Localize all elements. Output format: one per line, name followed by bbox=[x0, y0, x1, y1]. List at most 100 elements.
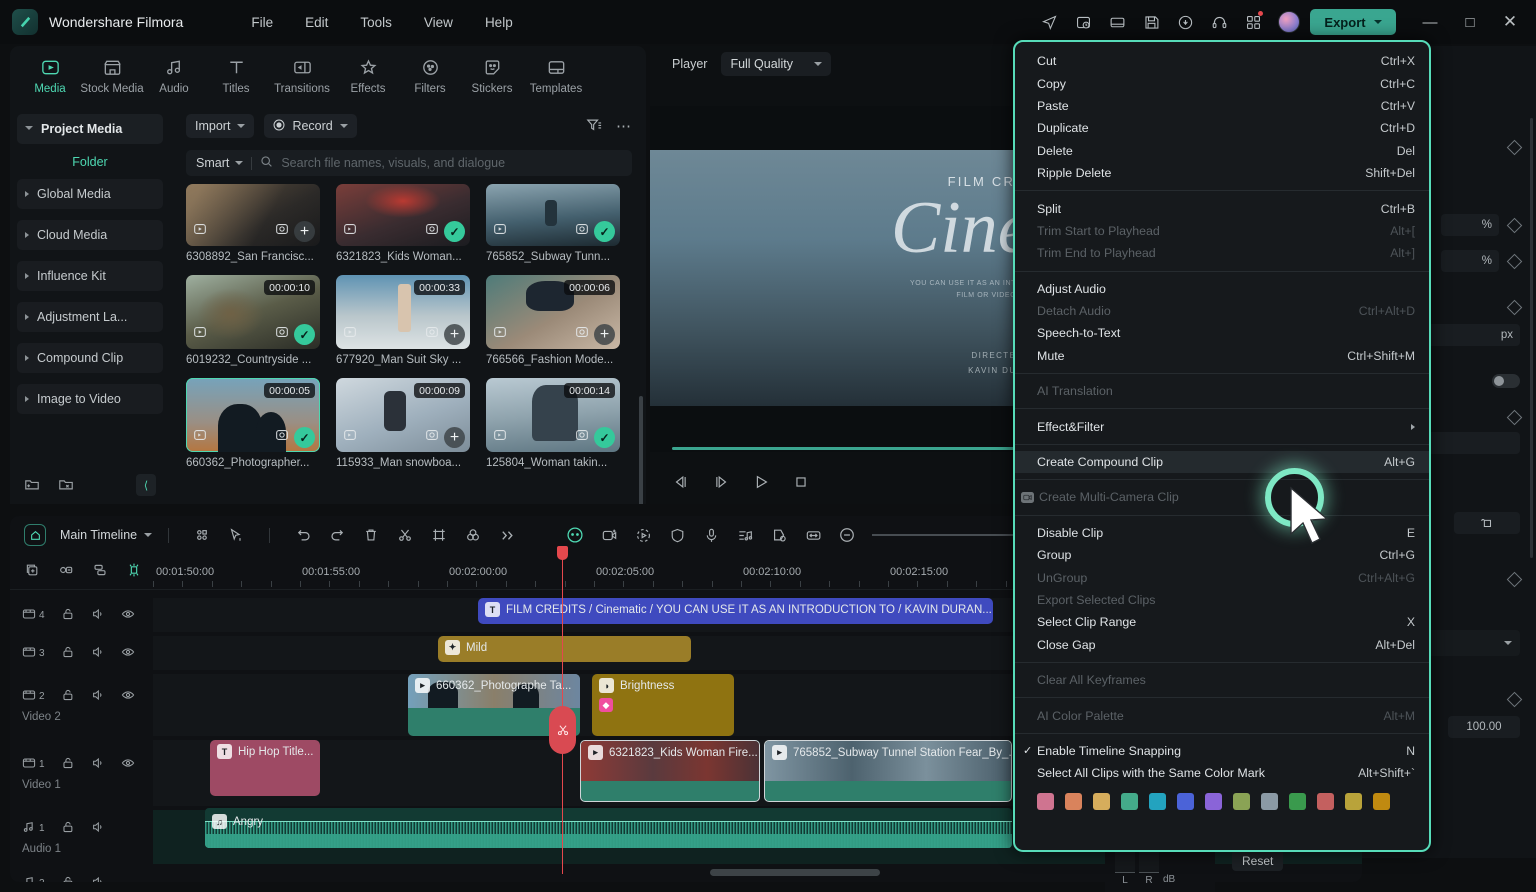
media-item[interactable]: + 6308892_San Francisc... bbox=[186, 184, 320, 263]
menu-item-create-compound-clip[interactable]: Create Compound Clip Alt+G bbox=[1015, 450, 1429, 474]
screen-layout-icon[interactable] bbox=[1100, 5, 1134, 39]
menu-item-split[interactable]: Split Ctrl+B bbox=[1015, 197, 1429, 219]
media-thumbnail[interactable]: + bbox=[186, 184, 320, 246]
search-input[interactable] bbox=[281, 156, 622, 170]
menu-item-delete[interactable]: Delete Del bbox=[1015, 140, 1429, 162]
lock-icon[interactable] bbox=[61, 756, 75, 773]
color-swatch[interactable] bbox=[1233, 792, 1250, 810]
tab-media[interactable]: Media bbox=[20, 57, 80, 95]
menu-item-group[interactable]: Group Ctrl+G bbox=[1015, 544, 1429, 566]
timeline-snapping-icon[interactable] bbox=[126, 562, 142, 581]
record-button[interactable]: Record bbox=[264, 114, 357, 138]
lock-icon[interactable] bbox=[61, 820, 75, 837]
visibility-icon[interactable] bbox=[121, 607, 135, 624]
media-item[interactable]: 00:00:10 ✓ 6019232_Countryside ... bbox=[186, 275, 320, 366]
timeline-clip-audio[interactable]: ♫ Angry bbox=[205, 808, 1012, 848]
visibility-icon[interactable] bbox=[121, 645, 135, 662]
select-tool-icon[interactable] bbox=[219, 522, 253, 548]
menu-item-cut[interactable]: Cut Ctrl+X bbox=[1015, 50, 1429, 72]
visibility-icon[interactable] bbox=[121, 688, 135, 705]
menu-item-select-same-color-mark[interactable]: Select All Clips with the Same Color Mar… bbox=[1015, 762, 1429, 784]
ai-tools-icon[interactable] bbox=[558, 522, 592, 548]
sidebar-item-influence-kit[interactable]: Influence Kit bbox=[17, 261, 163, 291]
sidebar-item-project-media[interactable]: Project Media bbox=[17, 114, 163, 144]
tab-stock-media[interactable]: Stock Media bbox=[80, 57, 144, 95]
color-swatch[interactable] bbox=[1289, 792, 1306, 810]
keyframe-icon[interactable] bbox=[592, 522, 626, 548]
record-voiceover-icon[interactable] bbox=[694, 522, 728, 548]
delete-icon[interactable] bbox=[354, 522, 388, 548]
crop-icon[interactable] bbox=[422, 522, 456, 548]
step-forward-icon[interactable] bbox=[712, 473, 730, 494]
color-swatch[interactable] bbox=[1177, 792, 1194, 810]
sidebar-item-global-media[interactable]: Global Media bbox=[17, 179, 163, 209]
color-swatch[interactable] bbox=[1037, 792, 1054, 810]
media-thumbnail[interactable]: 00:00:14 ✓ bbox=[486, 378, 620, 452]
sidebar-item-image-to-video[interactable]: Image to Video bbox=[17, 384, 163, 414]
menu-item-adjust-audio[interactable]: Adjust Audio bbox=[1015, 278, 1429, 300]
media-item[interactable]: 00:00:14 ✓ 125804_Woman takin... bbox=[486, 378, 620, 469]
send-icon[interactable] bbox=[1032, 5, 1066, 39]
quality-dropdown[interactable]: Full Quality bbox=[721, 52, 832, 76]
property-toggle[interactable] bbox=[1492, 374, 1520, 388]
step-back-icon[interactable] bbox=[672, 473, 690, 494]
lock-icon[interactable] bbox=[61, 607, 75, 624]
zoom-out-icon[interactable] bbox=[830, 522, 864, 548]
marker-icon[interactable] bbox=[762, 522, 796, 548]
media-thumbnail[interactable]: ✓ bbox=[486, 184, 620, 246]
lock-icon[interactable] bbox=[61, 645, 75, 662]
color-swatch[interactable] bbox=[1261, 792, 1278, 810]
media-item[interactable]: ✓ 765852_Subway Tunn... bbox=[486, 184, 620, 263]
timeline-clip-adjustment[interactable]: ◑ Brightness ◆ bbox=[592, 674, 734, 736]
visibility-icon[interactable] bbox=[121, 756, 135, 773]
timeline-clip-effect[interactable]: ✦ Mild bbox=[438, 636, 691, 662]
menu-help[interactable]: Help bbox=[469, 11, 529, 34]
timeline-name-dropdown[interactable]: Main Timeline bbox=[60, 528, 153, 542]
menu-item-disable-clip[interactable]: Disable Clip E bbox=[1015, 522, 1429, 544]
media-thumbnail[interactable]: 00:00:09 + bbox=[336, 378, 470, 452]
lock-icon[interactable] bbox=[61, 688, 75, 705]
menu-item-mute[interactable]: Mute Ctrl+Shift+M bbox=[1015, 345, 1429, 367]
color-swatch[interactable] bbox=[1373, 792, 1390, 810]
menu-item-speech-to-text[interactable]: Speech-to-Text bbox=[1015, 322, 1429, 344]
keyframe-icon[interactable] bbox=[1506, 571, 1523, 587]
close-button[interactable]: ✕ bbox=[1490, 7, 1530, 37]
sidebar-item-cloud-media[interactable]: Cloud Media bbox=[17, 220, 163, 250]
play-icon[interactable] bbox=[752, 473, 770, 494]
color-swatch[interactable] bbox=[1065, 792, 1082, 810]
maximize-button[interactable]: □ bbox=[1450, 7, 1490, 37]
color-swatch[interactable] bbox=[1093, 792, 1110, 810]
keyframe-icon[interactable] bbox=[1506, 409, 1523, 425]
menu-view[interactable]: View bbox=[408, 11, 469, 34]
media-item[interactable]: 00:00:06 + 766566_Fashion Mode... bbox=[486, 275, 620, 366]
reset-button[interactable]: Reset bbox=[1232, 850, 1284, 871]
media-item[interactable]: ✓ 6321823_Kids Woman... bbox=[336, 184, 470, 263]
media-thumbnail[interactable]: 00:00:33 + bbox=[336, 275, 470, 349]
menu-item-ripple-delete[interactable]: Ripple Delete Shift+Del bbox=[1015, 162, 1429, 184]
new-folder-icon[interactable] bbox=[24, 476, 40, 495]
keyframe-icon[interactable] bbox=[1506, 299, 1523, 315]
apps-grid-icon[interactable] bbox=[1236, 5, 1270, 39]
color-swatch[interactable] bbox=[1317, 792, 1334, 810]
tab-titles[interactable]: Titles bbox=[206, 57, 266, 95]
collapse-sidebar-button[interactable]: ⟨ bbox=[136, 474, 156, 496]
sidebar-item-compound-clip[interactable]: Compound Clip bbox=[17, 343, 163, 373]
media-item[interactable]: 00:00:05 ✓ 660362_Photographer... bbox=[186, 378, 320, 469]
media-thumbnail[interactable]: 00:00:06 + bbox=[486, 275, 620, 349]
mute-icon[interactable] bbox=[91, 756, 105, 773]
tab-transitions[interactable]: Transitions bbox=[268, 57, 336, 95]
number-field[interactable]: 100.00 bbox=[1448, 716, 1520, 738]
color-icon[interactable] bbox=[456, 522, 490, 548]
mute-icon[interactable] bbox=[91, 688, 105, 705]
split-scissors-icon[interactable] bbox=[388, 522, 422, 548]
zoom-slider[interactable] bbox=[872, 530, 1027, 540]
color-swatch[interactable] bbox=[1345, 792, 1362, 810]
link-clips-icon[interactable] bbox=[58, 562, 74, 581]
color-swatch[interactable] bbox=[1121, 792, 1138, 810]
mute-icon[interactable] bbox=[91, 875, 105, 882]
redo-icon[interactable] bbox=[320, 522, 354, 548]
playhead-handle[interactable] bbox=[557, 546, 568, 560]
keyframe-icon[interactable] bbox=[1506, 217, 1523, 233]
menu-item-select-clip-range[interactable]: Select Clip Range X bbox=[1015, 611, 1429, 633]
export-button[interactable]: Export bbox=[1310, 9, 1396, 35]
